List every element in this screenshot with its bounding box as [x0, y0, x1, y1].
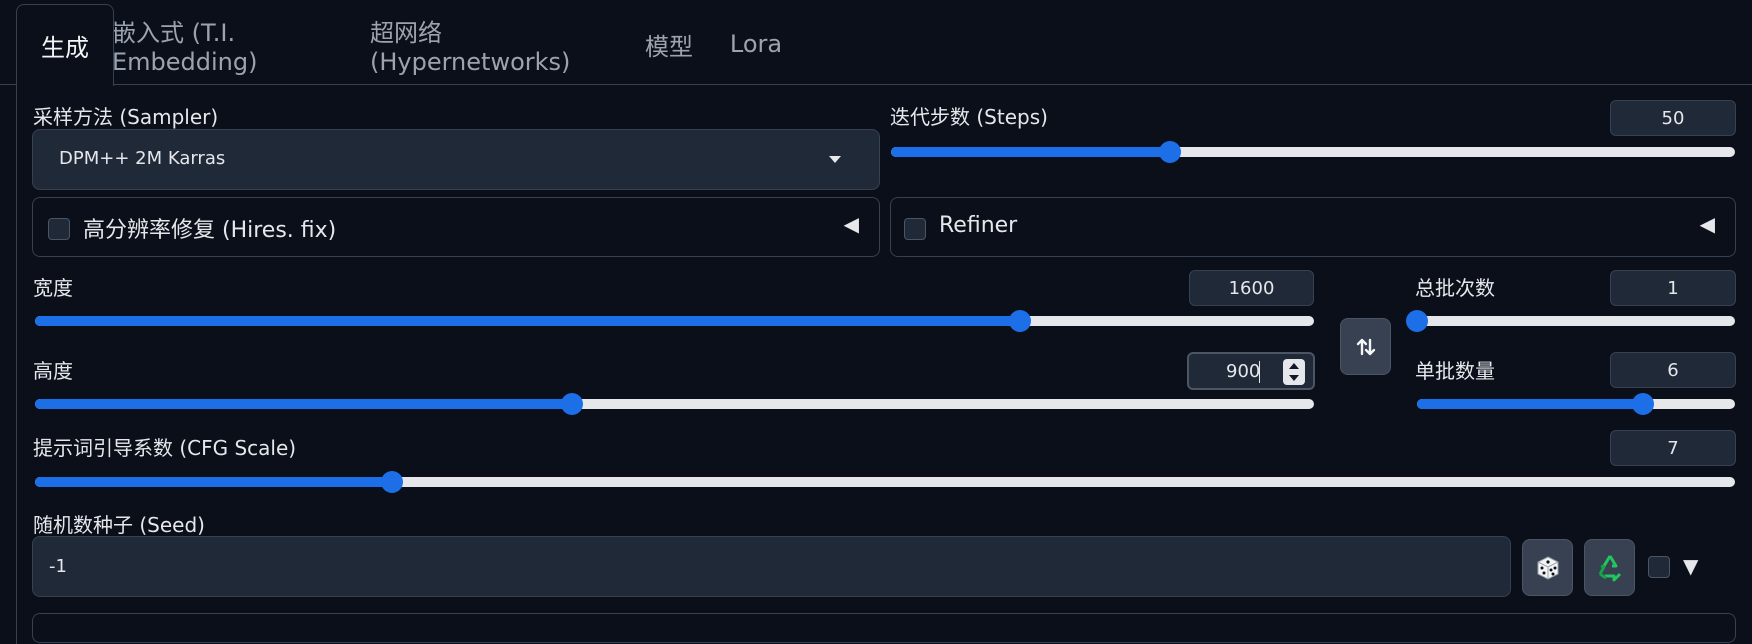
refiner-checkbox[interactable] — [904, 218, 926, 240]
swap-dimensions-button[interactable] — [1340, 318, 1391, 375]
tab-lora[interactable]: Lora — [718, 4, 794, 84]
tab-label: Lora — [729, 30, 783, 58]
collapse-arrow-icon[interactable]: ◀ — [844, 212, 859, 236]
seed-label: 随机数种子 (Seed) — [33, 513, 205, 537]
sampler-value: DPM++ 2M Karras — [59, 148, 226, 169]
tab-label: 嵌入式 (T.I. Embedding) — [112, 18, 258, 76]
next-section-box — [32, 613, 1736, 643]
sampler-label: 采样方法 (Sampler) — [33, 105, 219, 129]
hires-fix-accordion[interactable]: 高分辨率修复 (Hires. fix) ◀ — [32, 197, 880, 257]
batch-size-slider-fill — [1417, 399, 1643, 409]
expand-arrow-icon[interactable]: ▼ — [1683, 554, 1698, 578]
seed-input[interactable]: -1 — [32, 536, 1511, 597]
batch-count-number-input[interactable]: 1 — [1610, 270, 1736, 306]
tab-hypernetworks[interactable]: 超网络 (Hypernetworks) — [370, 4, 618, 84]
tab-generate[interactable]: 生成 — [16, 4, 114, 86]
width-label: 宽度 — [33, 276, 73, 300]
tab-label: 生成 — [41, 34, 89, 62]
steps-slider-track[interactable] — [891, 147, 1735, 157]
height-slider-track[interactable] — [35, 399, 1314, 409]
steps-number-input[interactable]: 50 — [1610, 100, 1736, 136]
hires-fix-label: 高分辨率修复 (Hires. fix) — [83, 218, 337, 243]
tab-models[interactable]: 模型 — [632, 4, 706, 84]
height-label: 高度 — [33, 359, 73, 383]
batch-size-label: 单批数量 — [1415, 359, 1495, 383]
batch-size-number-input[interactable]: 6 — [1610, 352, 1736, 388]
cfg-scale-label: 提示词引导系数 (CFG Scale) — [33, 436, 297, 460]
steps-slider-fill — [891, 147, 1170, 157]
dropdown-arrow-icon — [829, 156, 841, 163]
seed-value: -1 — [49, 556, 67, 577]
refiner-label: Refiner — [939, 213, 1018, 238]
recycle-icon — [1598, 554, 1621, 581]
batch-count-slider-thumb[interactable] — [1406, 310, 1428, 332]
swap-icon — [1356, 338, 1375, 355]
text-cursor — [1259, 361, 1260, 383]
steps-label: 迭代步数 (Steps) — [890, 105, 1048, 129]
refiner-accordion[interactable]: Refiner ◀ — [890, 197, 1736, 257]
reuse-seed-button[interactable] — [1584, 539, 1635, 596]
batch-count-slider-track[interactable] — [1417, 316, 1735, 326]
batch-size-slider-track[interactable] — [1417, 399, 1735, 409]
collapse-arrow-icon[interactable]: ◀ — [1700, 212, 1715, 236]
width-slider-thumb[interactable] — [1008, 310, 1031, 332]
cfg-scale-number-input[interactable]: 7 — [1610, 430, 1736, 466]
hires-fix-checkbox[interactable] — [48, 218, 70, 240]
width-slider-track[interactable] — [35, 316, 1314, 326]
width-number-input[interactable]: 1600 — [1189, 270, 1314, 306]
height-slider-thumb[interactable] — [561, 393, 584, 415]
tab-embedding[interactable]: 嵌入式 (T.I. Embedding) — [112, 4, 352, 84]
dice-icon — [1537, 555, 1558, 580]
random-seed-button[interactable] — [1522, 539, 1573, 596]
cfg-scale-slider-track[interactable] — [35, 477, 1735, 487]
tab-label: 模型 — [645, 32, 693, 61]
batch-size-slider-thumb[interactable] — [1631, 393, 1654, 415]
width-slider-fill — [35, 316, 1020, 326]
height-number-input[interactable]: 900 — [1187, 352, 1315, 390]
spinner-arrows-icon[interactable] — [1283, 359, 1305, 385]
batch-count-label: 总批次数 — [1415, 276, 1495, 300]
cfg-scale-slider-fill — [35, 477, 392, 487]
sampler-dropdown[interactable]: DPM++ 2M Karras — [32, 129, 880, 190]
height-slider-fill — [35, 399, 573, 409]
height-value: 900 — [1226, 361, 1261, 382]
tab-label: 超网络 (Hypernetworks) — [370, 18, 571, 76]
steps-slider-thumb[interactable] — [1158, 141, 1181, 163]
cfg-scale-slider-thumb[interactable] — [381, 471, 403, 493]
extra-seed-checkbox[interactable] — [1648, 556, 1670, 578]
